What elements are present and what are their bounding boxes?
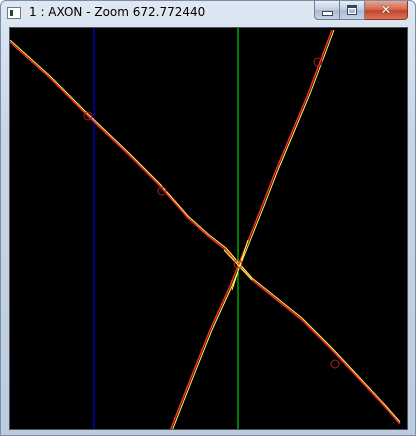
axon-descending-red — [10, 41, 401, 425]
node-marker-5 — [330, 359, 340, 369]
close-button[interactable]: ✕ — [365, 1, 408, 20]
window-title: 1 : AXON - Zoom 672.772440 — [29, 5, 206, 19]
title-bar[interactable]: 1 : AXON - Zoom 672.772440 ✕ — [1, 1, 415, 27]
maximize-button[interactable] — [340, 1, 365, 20]
maximize-icon — [347, 5, 357, 15]
axon-ascending-red — [169, 29, 333, 429]
axon-plot — [10, 28, 401, 429]
window-app-icon[interactable] — [7, 7, 21, 19]
minimize-button[interactable] — [314, 1, 340, 20]
minimize-icon — [321, 10, 333, 16]
caption-buttons: ✕ — [314, 1, 408, 21]
close-icon: ✕ — [380, 2, 392, 18]
app-window: 1 : AXON - Zoom 672.772440 ✕ — [0, 0, 416, 436]
render-canvas[interactable] — [9, 27, 408, 430]
